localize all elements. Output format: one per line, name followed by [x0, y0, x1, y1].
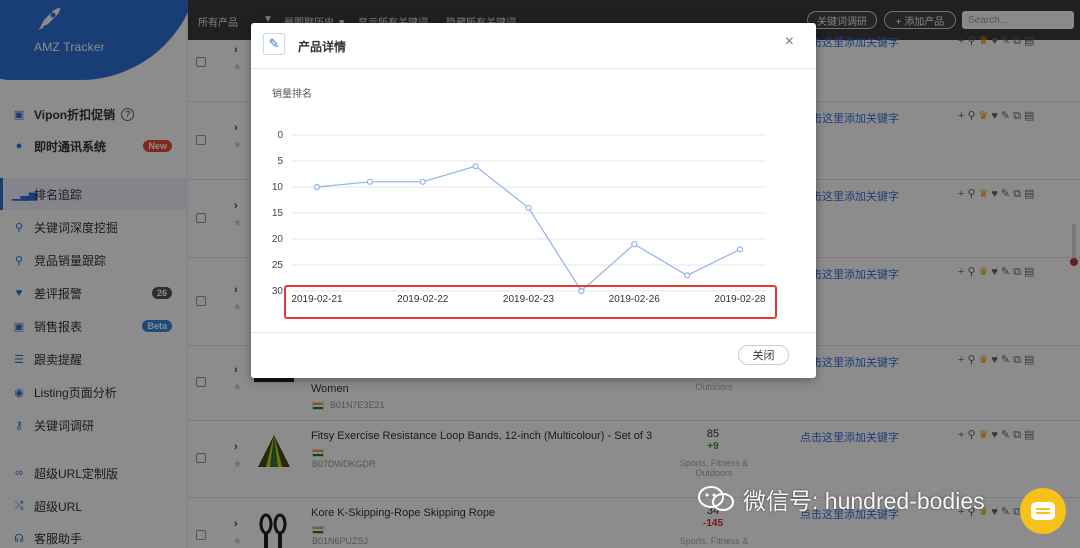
- y-tick-label: 30: [272, 286, 284, 297]
- wechat-icon: [698, 486, 734, 511]
- x-tick-label: 2019-02-21: [291, 294, 343, 305]
- pencil-icon: ✎: [263, 33, 285, 55]
- modal-header: ✎ 产品详情 ×: [251, 23, 816, 69]
- close-button[interactable]: 关闭: [738, 345, 789, 365]
- chat-icon: [1031, 502, 1055, 520]
- chat-button[interactable]: [1020, 488, 1066, 534]
- modal-title: 产品详情: [298, 40, 347, 54]
- x-tick-label: 2019-02-26: [609, 294, 661, 305]
- y-axis-label: 销量排名: [272, 87, 312, 100]
- x-tick-label: 2019-02-28: [714, 294, 766, 305]
- y-tick-label: 15: [272, 208, 284, 219]
- product-detail-modal: ✎ 产品详情 × 销量排名 0 5 10 15 20 25 30 2019-02-21 201…: [251, 23, 816, 378]
- data-point: [684, 272, 691, 279]
- data-point: [419, 178, 426, 185]
- y-tick-label: 5: [277, 156, 283, 167]
- y-tick-label: 0: [277, 130, 283, 141]
- x-tick-label: 2019-02-23: [503, 294, 555, 305]
- series-line: [316, 165, 741, 292]
- series-points: [313, 163, 744, 295]
- x-tick-label: 2019-02-22: [397, 294, 449, 305]
- x-tick-labels: 2019-02-21 2019-02-22 2019-02-23 2019-02-26…: [291, 294, 766, 305]
- y-tick-label: 10: [272, 182, 284, 193]
- data-point: [736, 246, 744, 253]
- watermark: 微信号: hundred-bodies: [697, 482, 985, 516]
- data-point: [578, 287, 585, 295]
- grid-lines: [293, 134, 766, 292]
- data-point: [313, 183, 321, 191]
- data-point: [366, 178, 373, 185]
- data-point: [631, 241, 638, 248]
- footer-divider: [251, 332, 816, 333]
- data-point: [472, 163, 479, 170]
- y-tick-label: 20: [272, 234, 284, 245]
- close-icon[interactable]: ×: [785, 33, 794, 51]
- y-tick-labels: 0 5 10 15 20 25 30: [272, 130, 284, 297]
- y-tick-label: 25: [272, 260, 284, 271]
- rank-line: [316, 165, 741, 292]
- watermark-text: 微信号: hundred-bodies: [743, 488, 985, 514]
- data-point: [525, 204, 532, 211]
- sales-rank-chart: 销量排名 051015202530 2019-02-21 2019-02-22 20…: [272, 87, 777, 319]
